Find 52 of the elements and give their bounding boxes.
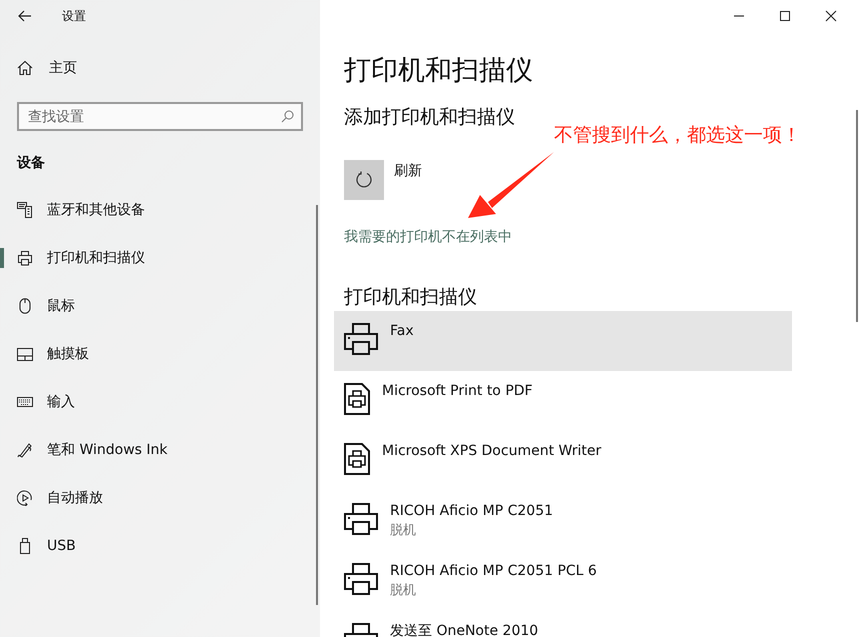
- usb-drive-icon: [17, 538, 33, 554]
- printer-item[interactable]: Microsoft Print to PDF: [334, 371, 792, 431]
- play-circle-icon: [17, 490, 33, 506]
- printer-item[interactable]: RICOH Aficio MP C2051 脱机: [334, 491, 792, 551]
- printer-name: Microsoft Print to PDF: [382, 382, 533, 401]
- window-title: 设置: [62, 8, 86, 24]
- keyboard-icon: [17, 397, 33, 407]
- nav-item[interactable]: 打印机和扫描仪: [0, 234, 320, 282]
- refresh-button[interactable]: [344, 160, 384, 200]
- nav-item[interactable]: 输入: [0, 378, 320, 426]
- printer-name: Microsoft XPS Document Writer: [382, 442, 602, 461]
- home-link[interactable]: 主页: [49, 59, 77, 77]
- maximize-icon[interactable]: [779, 10, 791, 22]
- printer-name: 发送至 OneNote 2010: [390, 622, 538, 637]
- close-icon[interactable]: [825, 10, 837, 22]
- nav-item[interactable]: 自动播放: [0, 474, 320, 522]
- back-icon[interactable]: [18, 10, 32, 22]
- printer-item[interactable]: RICOH Aficio MP C2051 PCL 6 脱机: [334, 551, 792, 611]
- printer-item[interactable]: 发送至 OneNote 2010: [334, 611, 792, 637]
- printer-icon: [344, 563, 378, 595]
- printer-item[interactable]: Microsoft XPS Document Writer: [334, 431, 792, 491]
- printer-icon: [17, 250, 33, 266]
- section-heading: 添加打印机和扫描仪: [344, 105, 516, 130]
- nav-item[interactable]: 蓝牙和其他设备: [0, 186, 320, 234]
- search-field[interactable]: 查找设置: [17, 102, 303, 131]
- printer-icon: [344, 503, 378, 535]
- section-heading: 设备: [16, 154, 46, 172]
- nav-item[interactable]: 鼠标: [0, 282, 320, 330]
- document-printer-icon: [344, 443, 370, 475]
- mouse-icon: [17, 298, 33, 314]
- touchpad-icon: [17, 348, 33, 360]
- section-heading: 打印机和扫描仪: [344, 285, 478, 310]
- refresh-icon: [355, 171, 373, 189]
- nav-item[interactable]: 笔和 Windows Ink: [0, 426, 320, 474]
- printer-item[interactable]: Fax: [334, 311, 792, 371]
- nav-item[interactable]: USB: [0, 522, 320, 570]
- printer-name: Fax: [390, 322, 414, 341]
- page-title: 打印机和扫描仪: [344, 54, 534, 88]
- annotation-text: 不管搜到什么，都选这一项！: [554, 123, 801, 148]
- refresh-label: 刷新: [394, 162, 422, 180]
- printer-name: RICOH Aficio MP C2051: [390, 502, 554, 521]
- printer-not-listed-link[interactable]: 我需要的打印机不在列表中: [344, 228, 512, 246]
- pen-icon: [17, 442, 33, 458]
- search-icon: [281, 110, 294, 123]
- home-icon: [17, 60, 33, 76]
- printer-status: 脱机: [390, 582, 417, 600]
- nav-item[interactable]: 触摸板: [0, 330, 320, 378]
- keyboard-device-icon: [17, 202, 33, 218]
- printer-icon: [344, 323, 378, 355]
- document-printer-icon: [344, 383, 370, 415]
- printer-name: RICOH Aficio MP C2051 PCL 6: [390, 562, 597, 581]
- printer-status: 脱机: [390, 522, 417, 540]
